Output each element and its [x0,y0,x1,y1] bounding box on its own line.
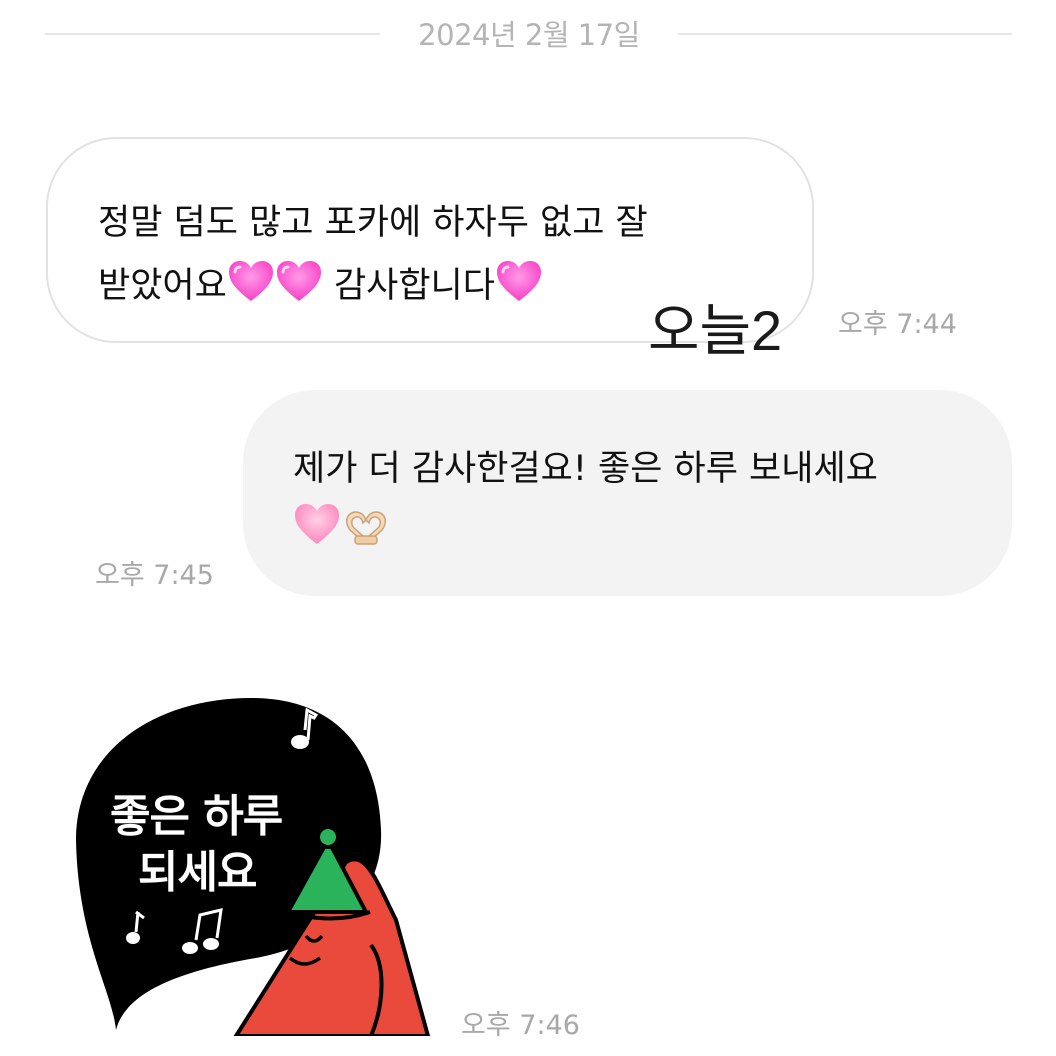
sticker-text-line: 되세요 [138,847,257,898]
divider-line-left [45,33,380,35]
divider-line-right [678,33,1012,35]
message-timestamp: 오후 7:45 [95,560,214,591]
sent-message-bubble[interactable]: 제가 더 감사한걸요! 좋은 하루 보내세요 [243,390,1012,596]
message-text: 받았어요 [98,266,227,306]
sparkling-heart-icon [227,259,275,312]
heart-hands-icon [341,506,391,555]
pink-heart-icon [293,502,341,555]
chat-screen: 2024년 2월 17일 정말 덤도 많고 포카에 하자두 없고 잘 받았어요 … [0,0,1056,1056]
message-text-line: 받았어요 감사합니다 [98,257,543,312]
message-text-line: 제가 더 감사한걸요! 좋은 하루 보내세요 [293,449,878,489]
sticker-message[interactable]: 좋은 하루 되세요 [66,690,436,1036]
message-text-line: 정말 덤도 많고 포카에 하자두 없고 잘 [98,203,648,243]
message-timestamp: 오후 7:46 [461,1010,580,1041]
watermark-text: 오늘2 [648,299,783,362]
sparkling-heart-icon [275,259,323,312]
sparkling-heart-icon [495,259,543,312]
sticker-text-line: 좋은 하루 [110,791,283,842]
date-divider-label: 2024년 2월 17일 [418,18,640,52]
message-timestamp: 오후 7:44 [838,309,957,340]
message-emoji-line [293,502,391,555]
message-text: 감사합니다 [333,266,495,306]
